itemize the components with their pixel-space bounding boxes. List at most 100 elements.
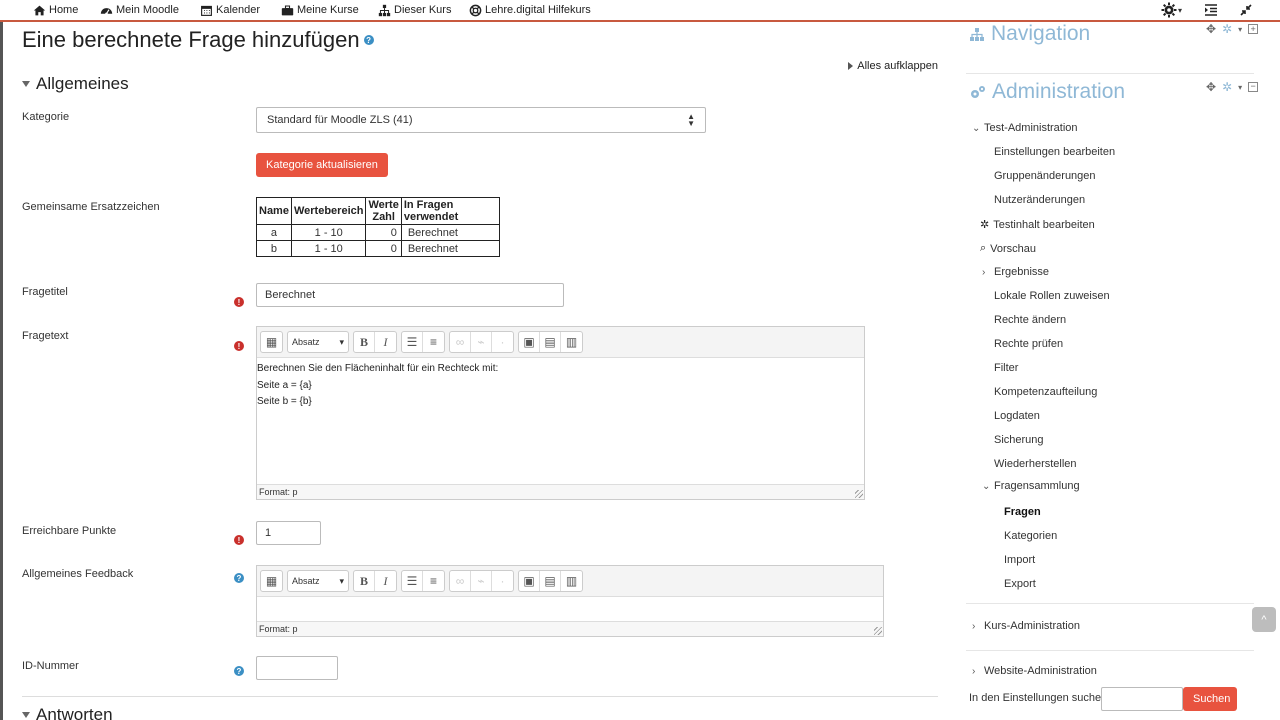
tree-item-competency[interactable]: Kompetenzaufteilung	[994, 386, 1097, 398]
tree-item-check-permissions[interactable]: Rechte prüfen	[994, 338, 1063, 350]
tree-item-questions[interactable]: Fragen	[1004, 506, 1041, 518]
toggle-blocks-button[interactable]	[1204, 3, 1218, 17]
toolbar-toggle-button[interactable]: ▦	[261, 571, 282, 591]
question-text-editor[interactable]: ▦ Absatz ▾ B I ☰ ≡ ∞ ⌁ · ▣ ▤ ▥ Berechnen …	[256, 326, 865, 500]
nav-help-course[interactable]: Lehre.digital Hilfekurs	[469, 2, 591, 18]
tree-course-administration[interactable]: › Kurs-Administration	[972, 620, 1080, 632]
image-button[interactable]: ▣	[519, 571, 540, 591]
move-icon[interactable]: ✥	[1206, 22, 1216, 36]
resize-handle[interactable]	[855, 490, 863, 498]
gears-icon	[971, 86, 985, 98]
tree-item-categories[interactable]: Kategorien	[1004, 530, 1057, 542]
resize-handle[interactable]	[874, 627, 882, 635]
tree-item-filters[interactable]: Filter	[994, 362, 1018, 374]
tree-item-permissions[interactable]: Rechte ändern	[994, 314, 1066, 326]
link-button[interactable]: ∞	[450, 332, 471, 352]
tree-item-logs[interactable]: Logdaten	[994, 410, 1040, 422]
editor-line: Berechnen Sie den Flächeninhalt für ein …	[257, 363, 499, 374]
nav-my-moodle[interactable]: Mein Moodle	[100, 2, 179, 18]
paragraph-style-select[interactable]: Absatz ▾	[288, 571, 348, 591]
tree-item-import[interactable]: Import	[1004, 554, 1035, 566]
table-cell: 1 - 10	[290, 240, 367, 257]
expand-block-icon[interactable]: +	[1248, 24, 1259, 34]
id-number-label: ID-Nummer	[22, 660, 79, 672]
page-title: Eine berechnete Frage hinzufügen ?	[22, 27, 374, 53]
link-button[interactable]: ∞	[450, 571, 471, 591]
unordered-list-button[interactable]: ☰	[402, 571, 423, 591]
ordered-list-button[interactable]: ≡	[423, 332, 444, 352]
category-select[interactable]: Standard für Moodle ZLS (41) ▲ ▼	[256, 107, 706, 133]
unlink-button[interactable]: ⌁	[471, 332, 492, 352]
question-name-label: Fragetitel	[22, 286, 68, 298]
expand-all-link[interactable]: Alles aufklappen	[848, 60, 938, 72]
tree-item-backup[interactable]: Sicherung	[994, 434, 1044, 446]
italic-button[interactable]: I	[375, 332, 396, 352]
tree-separator	[966, 603, 1254, 604]
tree-item-edit-quiz[interactable]: ✲ Testinhalt bearbeiten	[980, 218, 1095, 232]
tree-item-edit-settings[interactable]: Einstellungen bearbeiten	[994, 146, 1115, 158]
emoticon-button[interactable]: ·	[492, 571, 513, 591]
paragraph-style-select[interactable]: Absatz ▾	[288, 332, 348, 352]
navigation-block-title[interactable]: Navigation	[969, 22, 1090, 46]
format-status-text: Format: p	[259, 624, 298, 634]
section-general-header[interactable]: Allgemeines	[22, 74, 129, 94]
emoticon-button[interactable]: ·	[492, 332, 513, 352]
gear-icon[interactable]: ✲	[1222, 80, 1232, 94]
nav-my-courses[interactable]: Meine Kurse	[281, 2, 359, 18]
question-name-input[interactable]	[256, 283, 564, 307]
editor-content[interactable]: Berechnen Sie den Flächeninhalt für ein …	[257, 358, 864, 411]
tree-item-label: Kompetenzaufteilung	[994, 386, 1098, 398]
tree-item-question-bank[interactable]: ⌄ Fragensammlung	[982, 480, 1080, 492]
image-button[interactable]: ▣	[519, 332, 540, 352]
settings-search-input[interactable]	[1101, 687, 1183, 711]
ordered-list-button[interactable]: ≡	[423, 571, 444, 591]
italic-button[interactable]: I	[375, 571, 396, 591]
nav-home[interactable]: Home	[33, 2, 78, 18]
settings-search-button[interactable]: Suchen	[1183, 687, 1237, 711]
manage-files-button[interactable]: ▥	[561, 332, 582, 352]
administration-block-title[interactable]: Administration	[969, 80, 1125, 104]
scroll-to-top-button[interactable]: ^	[1252, 607, 1276, 632]
tree-item-label: Export	[1004, 578, 1036, 590]
tree-site-administration[interactable]: › Website-Administration	[972, 665, 1097, 677]
block-separator	[966, 73, 1254, 74]
editor-toolbar: ▦ Absatz ▾ B I ☰ ≡ ∞ ⌁ · ▣ ▤ ▥	[257, 566, 883, 597]
points-input[interactable]	[256, 521, 321, 545]
tree-item-user-overrides[interactable]: Nutzeränderungen	[994, 194, 1085, 206]
tree-item-results[interactable]: › Ergebnisse	[982, 266, 1049, 278]
nav-calendar[interactable]: Kalender	[200, 2, 260, 18]
media-button[interactable]: ▤	[540, 571, 561, 591]
update-category-button[interactable]: Kategorie aktualisieren	[256, 153, 388, 177]
tree-item-group-overrides[interactable]: Gruppenänderungen	[994, 170, 1096, 182]
gear-icon: ✲	[980, 219, 990, 231]
help-icon[interactable]: ?	[234, 666, 244, 676]
tree-item-label: Filter	[994, 362, 1019, 374]
tree-item-label: Nutzeränderungen	[994, 194, 1086, 206]
tree-item-label: Rechte prüfen	[994, 338, 1064, 350]
manage-files-button[interactable]: ▥	[561, 571, 582, 591]
tree-item-restore[interactable]: Wiederherstellen	[994, 458, 1077, 470]
tree-item-label: Ergebnisse	[994, 266, 1050, 278]
gear-icon[interactable]: ✲	[1222, 22, 1232, 36]
media-button[interactable]: ▤	[540, 332, 561, 352]
fullscreen-button[interactable]	[1240, 4, 1252, 16]
feedback-editor[interactable]: ▦ Absatz ▾ B I ☰ ≡ ∞ ⌁ · ▣ ▤ ▥ Format: p	[256, 565, 884, 637]
nav-this-course[interactable]: Dieser Kurs	[378, 2, 451, 18]
question-help-icon[interactable]: ?	[363, 35, 374, 45]
bold-button[interactable]: B	[354, 332, 375, 352]
toolbar-toggle-button[interactable]: ▦	[261, 332, 282, 352]
tree-quiz-administration[interactable]: ⌄ Test-Administration	[972, 122, 1078, 134]
tree-item-label: Rechte ändern	[994, 314, 1067, 326]
unlink-button[interactable]: ⌁	[471, 571, 492, 591]
tree-item-preview[interactable]: ⌕ Vorschau	[980, 242, 1036, 255]
bold-button[interactable]: B	[354, 571, 375, 591]
move-icon[interactable]: ✥	[1206, 80, 1216, 94]
settings-menu-button[interactable]: ▾	[1161, 2, 1182, 18]
id-number-input[interactable]	[256, 656, 338, 680]
help-icon[interactable]: ?	[234, 573, 244, 583]
section-answers-header[interactable]: Antworten	[22, 705, 113, 720]
unordered-list-button[interactable]: ☰	[402, 332, 423, 352]
tree-item-export[interactable]: Export	[1004, 578, 1036, 590]
collapse-block-icon[interactable]: −	[1248, 82, 1259, 92]
tree-item-assign-roles[interactable]: Lokale Rollen zuweisen	[994, 290, 1110, 302]
